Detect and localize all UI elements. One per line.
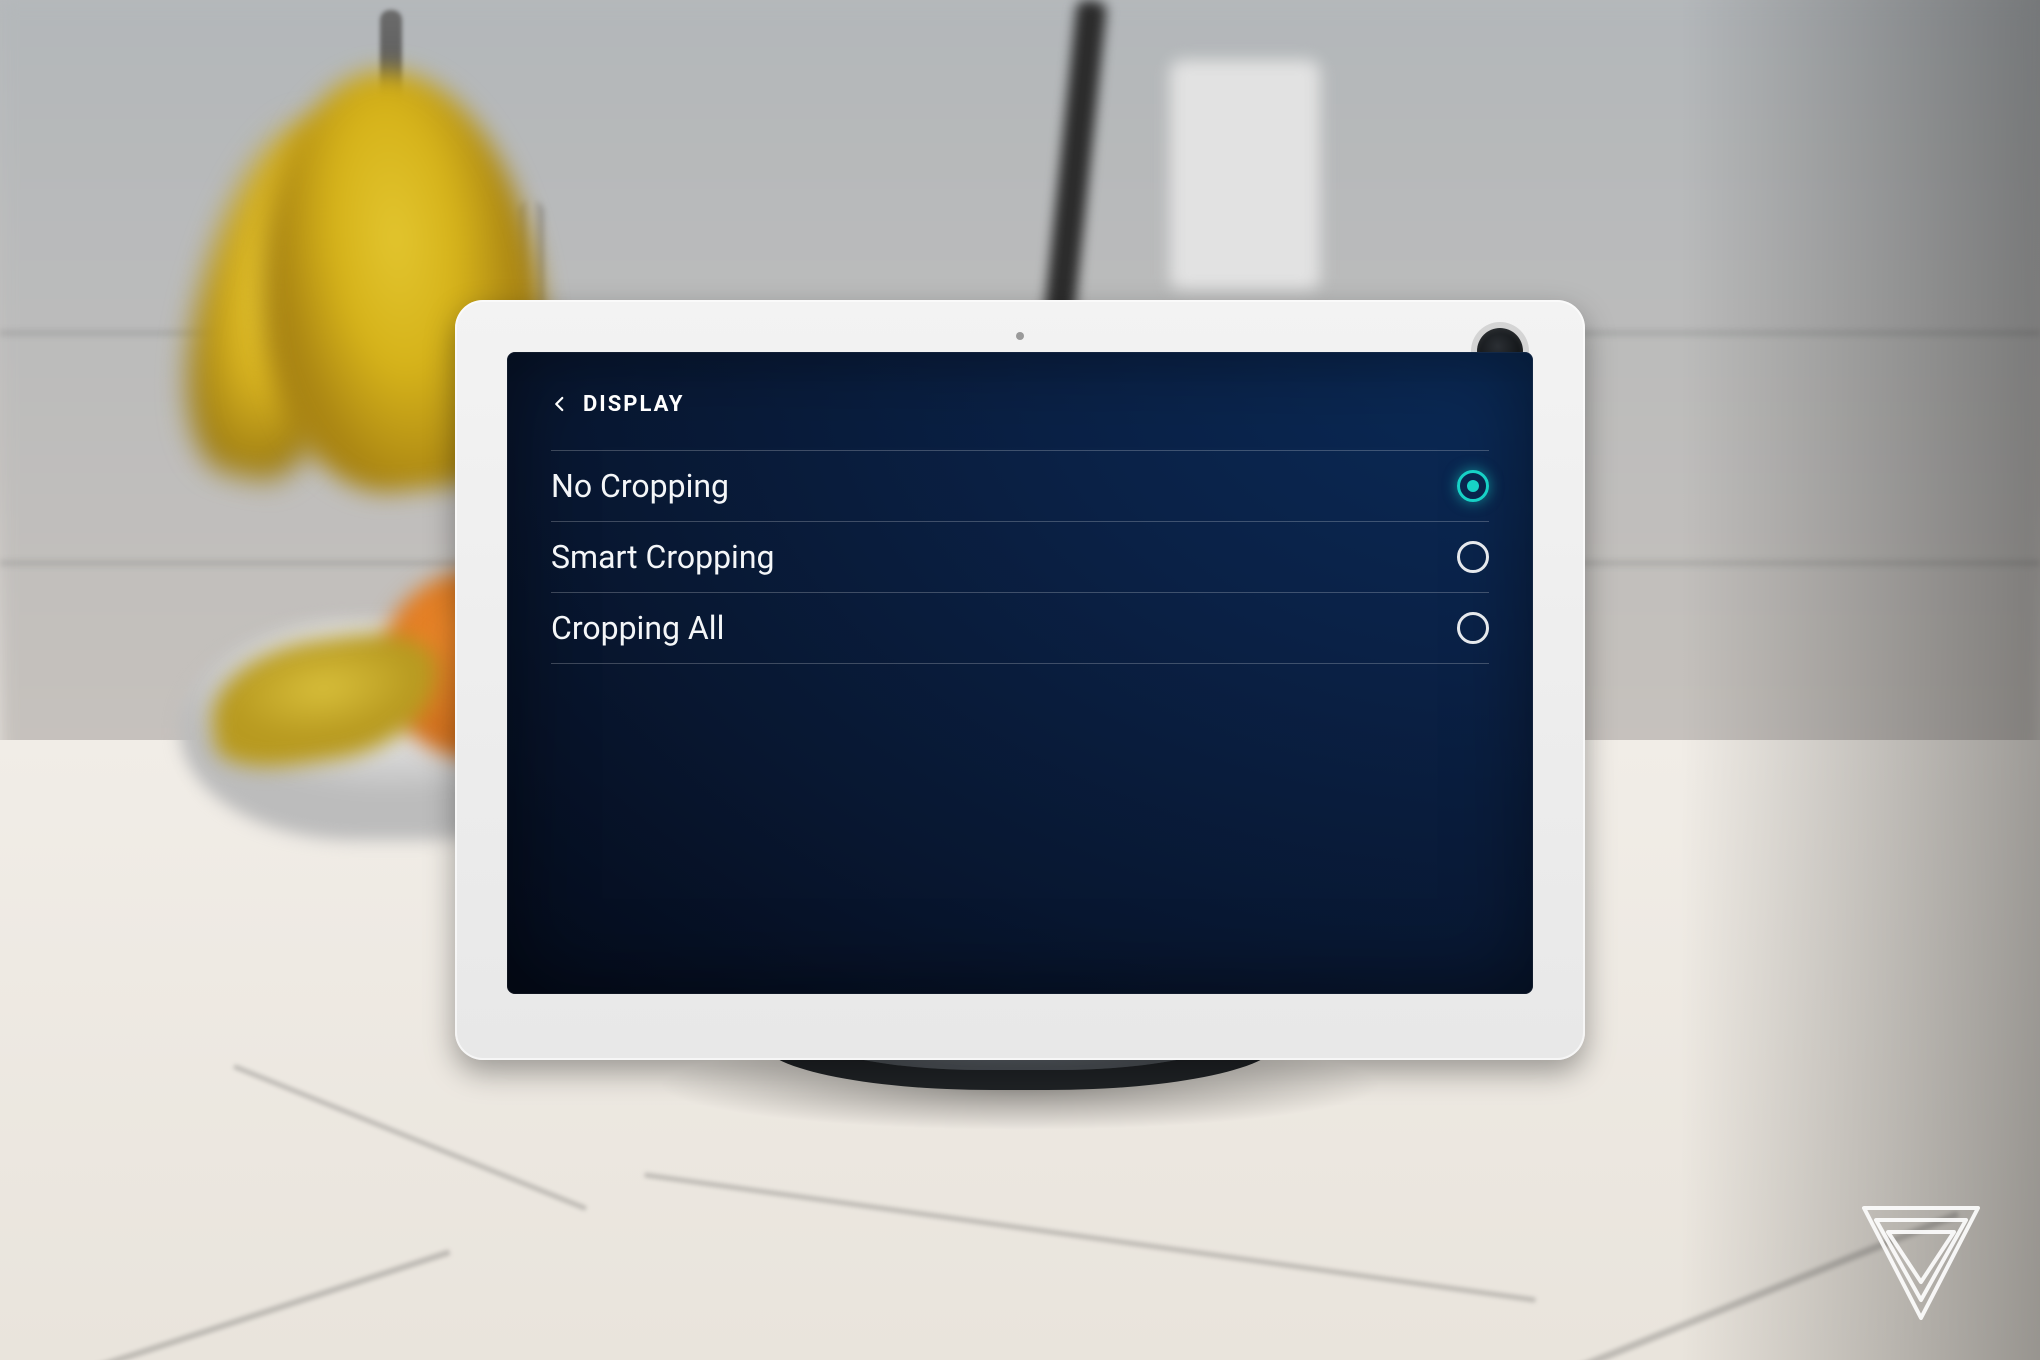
device-screen-frame: DISPLAY No Cropping Smart Cropping Cropp — [455, 300, 1585, 1060]
option-smart-cropping[interactable]: Smart Cropping — [551, 522, 1489, 593]
radio-icon — [1457, 541, 1489, 573]
radio-icon — [1457, 470, 1489, 502]
display-panel: DISPLAY No Cropping Smart Cropping Cropp — [507, 352, 1533, 994]
radio-icon — [1457, 612, 1489, 644]
back-icon[interactable] — [551, 395, 569, 413]
right-shadow — [1680, 0, 2040, 1360]
settings-screen: DISPLAY No Cropping Smart Cropping Cropp — [507, 352, 1533, 994]
header-bar: DISPLAY — [551, 382, 1489, 426]
header-title: DISPLAY — [583, 392, 685, 417]
option-label: Smart Cropping — [551, 538, 774, 576]
option-list: No Cropping Smart Cropping Cropping All — [551, 450, 1489, 664]
option-label: No Cropping — [551, 467, 729, 505]
option-cropping-all[interactable]: Cropping All — [551, 593, 1489, 664]
smart-display-device: DISPLAY No Cropping Smart Cropping Cropp — [455, 300, 1585, 1060]
publication-watermark-icon — [1846, 1200, 1996, 1330]
option-no-cropping[interactable]: No Cropping — [551, 450, 1489, 522]
option-label: Cropping All — [551, 609, 724, 647]
power-adapter — [1170, 60, 1320, 290]
photo-scene: DISPLAY No Cropping Smart Cropping Cropp — [0, 0, 2040, 1360]
microphone-hole — [1016, 332, 1024, 340]
